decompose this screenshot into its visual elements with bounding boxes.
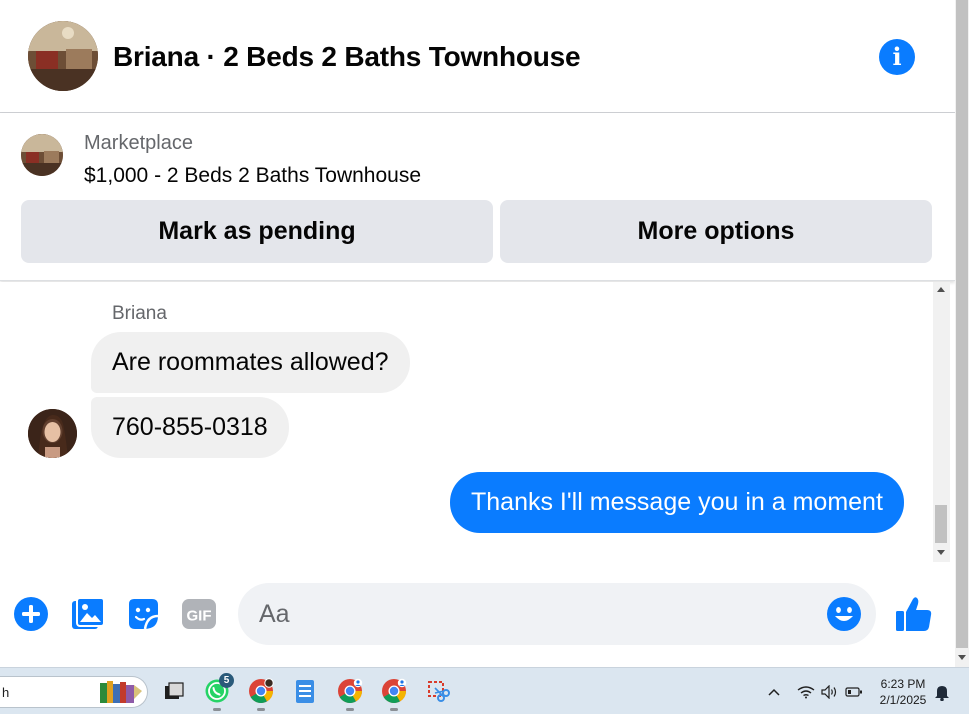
message-list: Briana Are roommates allowed? 760-855-03… (0, 282, 933, 562)
marketplace-label: Marketplace (84, 132, 193, 154)
info-icon: i (892, 42, 902, 71)
message-input[interactable] (238, 583, 876, 645)
clock-date: 2/1/2025 (879, 693, 927, 707)
taskbar-chrome-icon[interactable] (247, 677, 275, 711)
notification-bell-icon[interactable] (932, 682, 952, 702)
taskbar-search-text: h (2, 684, 10, 700)
photo-icon[interactable] (70, 596, 106, 632)
listing-thumbnail[interactable] (21, 134, 63, 176)
more-options-button[interactable]: More options (500, 200, 932, 263)
mark-as-pending-button[interactable]: Mark as pending (21, 200, 493, 263)
taskbar-chrome-profile-icon[interactable] (336, 677, 364, 711)
taskbar-notepad-icon[interactable] (291, 677, 319, 705)
clock-time: 6:23 PM (880, 677, 926, 691)
message-bubble-outgoing[interactable]: Thanks I'll message you in a moment (450, 472, 904, 533)
page-scroll-down-arrow[interactable] (958, 655, 966, 660)
marketplace-card: Marketplace $1,000 - 2 Beds 2 Baths Town… (0, 113, 955, 281)
scroll-thumb[interactable] (935, 505, 947, 543)
running-indicator (257, 708, 265, 711)
composer: GIF (0, 562, 955, 667)
scroll-up-arrow[interactable] (937, 287, 945, 292)
taskbar-snipping-tool-icon[interactable] (424, 677, 452, 705)
taskbar-whatsapp-icon[interactable]: 5 (203, 673, 234, 711)
gif-label: GIF (187, 608, 212, 625)
listing-title[interactable]: $1,000 - 2 Beds 2 Baths Townhouse (84, 164, 421, 188)
info-button[interactable]: i (879, 39, 915, 75)
gif-icon[interactable]: GIF (181, 596, 217, 632)
running-indicator (390, 708, 398, 711)
conversation-header: Briana · 2 Beds 2 Baths Townhouse i (0, 0, 955, 113)
taskbar-task-view-icon[interactable] (160, 677, 188, 705)
wifi-icon[interactable] (796, 682, 816, 702)
volume-icon[interactable] (820, 682, 840, 702)
emoji-icon[interactable] (826, 596, 862, 632)
whatsapp-notification-badge: 5 (219, 673, 234, 688)
plus-icon[interactable] (13, 596, 49, 632)
sender-avatar[interactable] (28, 409, 77, 458)
message-scrollbar[interactable] (933, 282, 950, 562)
scroll-down-arrow[interactable] (937, 550, 945, 555)
system-clock[interactable]: 6:23 PM 2/1/2025 (870, 676, 936, 708)
message-bubble-incoming[interactable]: 760-855-0318 (91, 397, 289, 458)
listing-avatar[interactable] (28, 21, 98, 91)
sticker-icon[interactable] (125, 596, 161, 632)
taskbar-chrome-profile-icon[interactable] (380, 677, 408, 711)
running-indicator (346, 708, 354, 711)
message-bubble-incoming[interactable]: Are roommates allowed? (91, 332, 410, 393)
thumbs-up-icon[interactable] (894, 594, 934, 634)
page-scroll-thumb[interactable] (956, 0, 968, 648)
sender-name: Briana (112, 303, 167, 324)
messenger-window: Briana · 2 Beds 2 Baths Townhouse i Mark… (0, 0, 969, 714)
page-scrollbar[interactable] (955, 0, 969, 667)
running-indicator (213, 708, 221, 711)
battery-icon[interactable] (844, 682, 864, 702)
chevron-up-icon[interactable] (764, 682, 784, 702)
windows-taskbar: h 5 6:23 PM 2/1/2025 (0, 667, 969, 714)
conversation-title: Briana · 2 Beds 2 Baths Townhouse (113, 41, 581, 72)
books-icon (98, 679, 144, 705)
